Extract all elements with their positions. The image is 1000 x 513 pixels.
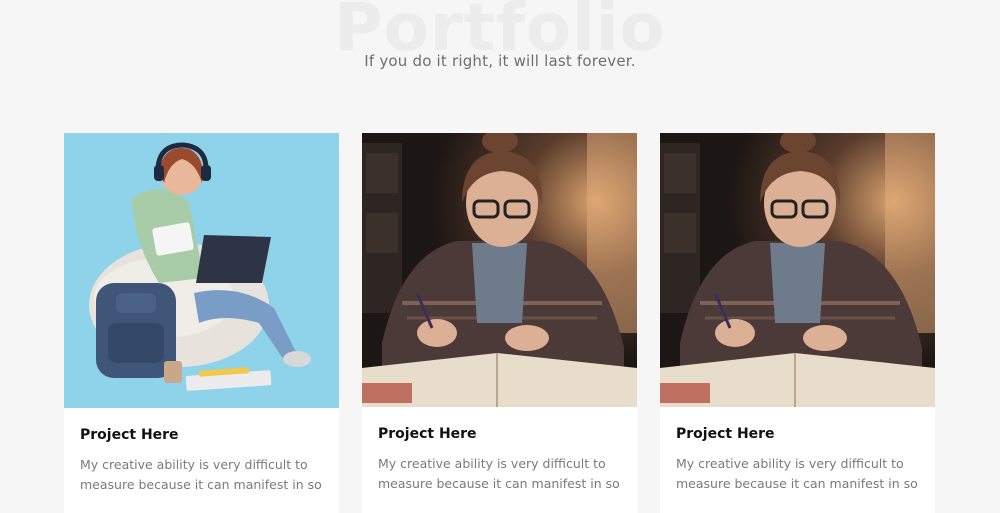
project-card[interactable]: Project Here My creative ability is very… [660, 133, 935, 513]
project-image[interactable] [362, 133, 637, 407]
project-description: My creative ability is very difficult to… [378, 456, 620, 491]
student-writing-image [362, 133, 637, 407]
project-title[interactable]: Project Here [676, 426, 775, 442]
project-card[interactable]: Project Here My creative ability is very… [64, 133, 339, 513]
project-image[interactable] [660, 133, 935, 407]
student-with-laptop-image [64, 133, 339, 408]
project-image[interactable] [64, 133, 339, 408]
project-description: My creative ability is very difficult to… [676, 456, 918, 491]
project-title[interactable]: Project Here [378, 426, 477, 442]
section-tagline: If you do it right, it will last forever… [364, 52, 636, 70]
student-writing-image [660, 133, 935, 407]
project-card[interactable]: Project Here My creative ability is very… [362, 133, 637, 513]
project-description: My creative ability is very difficult to… [80, 457, 322, 492]
project-title[interactable]: Project Here [80, 427, 179, 443]
portfolio-header: Portfolio If you do it right, it will la… [0, 0, 1000, 100]
